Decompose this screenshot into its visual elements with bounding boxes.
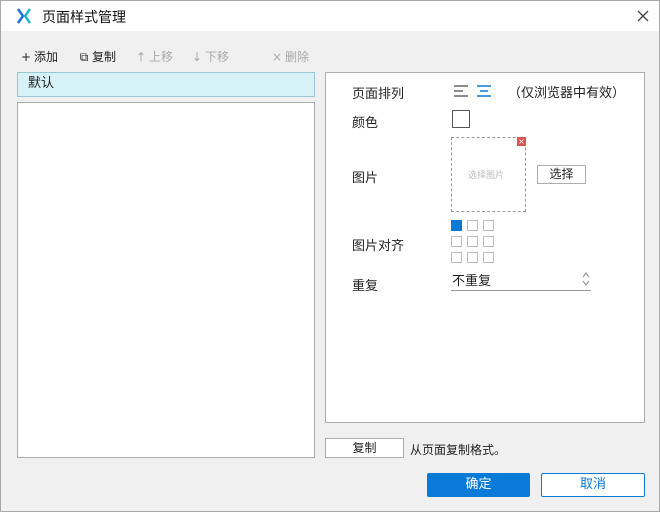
delete-button[interactable]: × 删除 [272, 48, 309, 66]
image-align-label: 图片对齐 [352, 239, 405, 254]
remove-image-icon[interactable]: × [517, 137, 526, 146]
align-left-icon[interactable] [453, 84, 469, 98]
move-up-label: 上移 [149, 50, 174, 64]
dialog-title: 页面样式管理 [42, 10, 126, 26]
copy-icon: ⧉ [79, 50, 89, 64]
repeat-value: 不重复 [452, 274, 492, 289]
repeat-label: 重复 [352, 279, 379, 294]
delete-label: 删除 [285, 50, 310, 64]
page-align-note: （仅浏览器中有效） [508, 86, 626, 101]
align-top-center-cell[interactable] [467, 220, 478, 231]
page-align-label: 页面排列 [352, 87, 405, 102]
color-picker-swatch[interactable] [452, 110, 470, 128]
axure-x-icon [17, 8, 31, 24]
copy-button[interactable]: ⧉ 复制 [79, 48, 116, 66]
plus-icon: + [21, 50, 32, 64]
add-button[interactable]: + 添加 [21, 48, 58, 66]
close-icon[interactable] [635, 8, 651, 24]
align-bottom-left-cell[interactable] [451, 252, 462, 263]
move-down-button[interactable]: ↓ 下移 [192, 48, 229, 66]
ok-button[interactable]: 确定 [427, 473, 530, 497]
delete-icon: × [272, 50, 283, 64]
align-bottom-center-cell[interactable] [467, 252, 478, 263]
color-label: 颜色 [352, 116, 379, 131]
style-list-panel[interactable] [17, 102, 315, 458]
list-item[interactable]: 默认 [17, 72, 315, 97]
move-up-button[interactable]: ↑ 上移 [136, 48, 173, 66]
arrow-down-icon: ↓ [192, 50, 203, 64]
align-middle-right-cell[interactable] [483, 236, 494, 247]
copy-from-page-button[interactable]: 复制 [325, 438, 404, 458]
page-style-manager-dialog: 页面样式管理 + 添加 ⧉ 复制 ↑ 上移 ↓ 下移 × 删除 默认 页面排列 … [0, 0, 660, 512]
repeat-select[interactable]: 不重复 [451, 269, 591, 291]
select-image-button[interactable]: 选择 [537, 165, 586, 184]
align-middle-left-cell[interactable] [451, 236, 462, 247]
title-bar: 页面样式管理 [1, 1, 659, 31]
align-top-right-cell[interactable] [483, 220, 494, 231]
copy-hint: 从页面复制格式。 [410, 443, 507, 457]
chevron-updown-icon [582, 272, 590, 286]
cancel-button[interactable]: 取消 [541, 473, 645, 497]
add-label: 添加 [34, 50, 59, 64]
image-placeholder: 选择图片 [468, 171, 505, 181]
copy-label: 复制 [92, 50, 117, 64]
align-center-icon[interactable] [476, 84, 492, 98]
align-top-left-cell[interactable] [451, 220, 462, 231]
image-label: 图片 [352, 171, 379, 186]
move-down-label: 下移 [205, 50, 230, 64]
arrow-up-icon: ↑ [136, 50, 147, 64]
align-bottom-right-cell[interactable] [483, 252, 494, 263]
align-middle-center-cell[interactable] [467, 236, 478, 247]
